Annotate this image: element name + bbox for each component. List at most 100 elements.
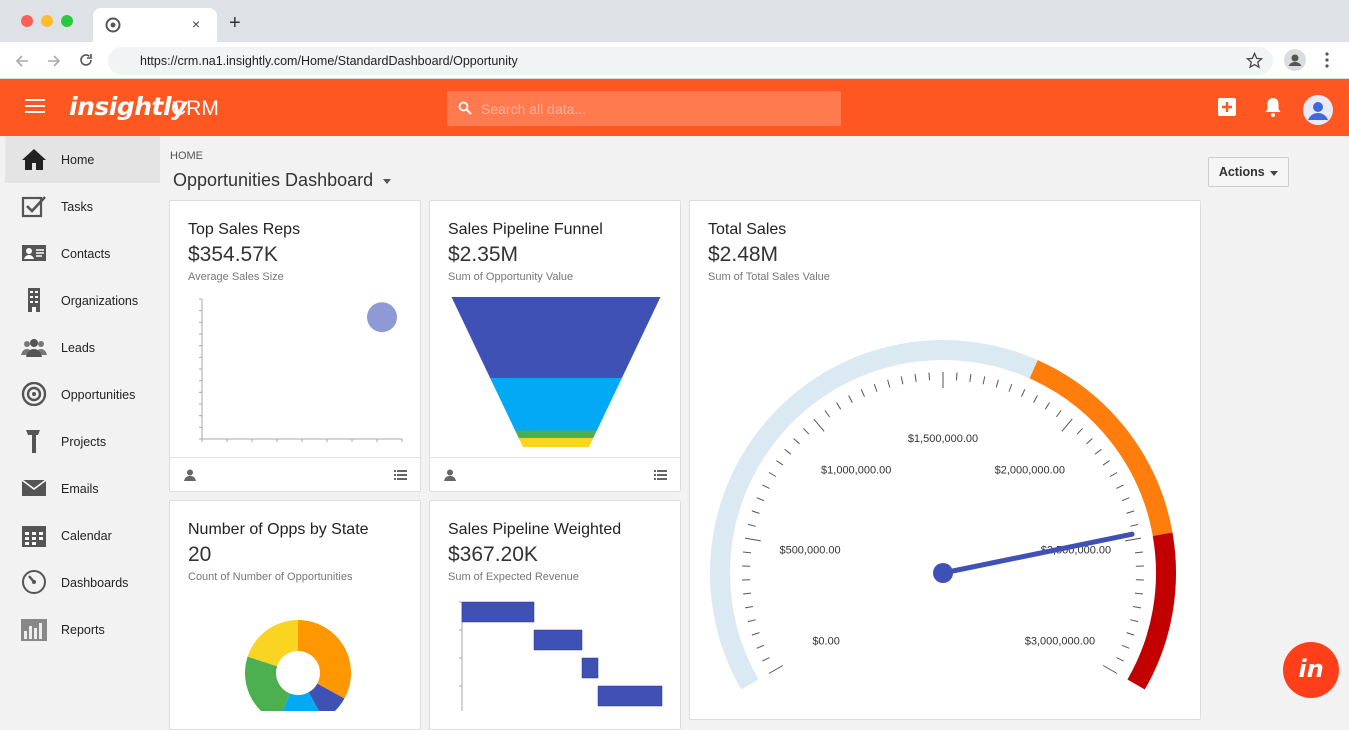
tab-close-icon[interactable]: × [192,16,200,32]
card-title: Top Sales Reps [188,221,300,239]
sidebar-item-projects[interactable]: Projects [5,418,160,465]
opps-by-state-card[interactable]: Number of Opps by State 20 Count of Numb… [169,500,421,730]
actions-button[interactable]: Actions [1208,157,1289,187]
invision-help-button[interactable]: in [1283,642,1339,698]
gauge-tick [757,645,764,648]
card-subtitle: Sum of Total Sales Value [708,271,830,283]
sidebar-item-emails[interactable]: Emails [5,465,160,512]
total-sales-card[interactable]: Total Sales $2.48M Sum of Total Sales Va… [689,200,1201,720]
hamburger-menu-icon[interactable] [25,99,45,117]
gauge-tick [996,380,998,388]
sales-pipeline-weighted-chart [430,596,680,711]
back-icon[interactable] [14,53,30,69]
more-menu-icon[interactable] [1320,51,1334,69]
gauge-tick [1086,439,1092,444]
scatter-point [367,302,397,332]
sidebar-item-label: Reports [61,623,105,637]
total-sales-gauge-chart: $0.00$500,000.00$1,000,000.00$1,500,000.… [690,311,1200,711]
reload-icon[interactable] [78,52,94,68]
funnel-segment [519,438,594,447]
user-avatar[interactable] [1303,95,1333,125]
sidebar-item-label: Contacts [61,247,110,261]
gauge-tick-label: $0.00 [812,636,840,648]
gauge-tick [769,666,783,674]
opps-by-state-donut-chart [170,601,420,711]
sidebar-item-opportunities[interactable]: Opportunities [5,371,160,418]
sidebar-item-label: Leads [61,341,95,355]
sidebar-item-reports[interactable]: Reports [5,606,160,653]
list-view-icon[interactable] [654,469,667,481]
sidebar-nav: Home Tasks Contacts Organizations Leads … [0,136,160,707]
sales-pipeline-weighted-card[interactable]: Sales Pipeline Weighted $367.20K Sum of … [429,500,681,730]
list-view-icon[interactable] [394,469,407,481]
minimize-window-button[interactable] [41,15,53,27]
card-subtitle: Count of Number of Opportunities [188,571,352,583]
card-subtitle: Sum of Expected Revenue [448,571,579,583]
donut-slice [245,657,290,711]
emails-icon [21,476,47,500]
gauge-tick [1116,658,1123,662]
breadcrumb[interactable]: HOME [170,150,203,162]
page-title-dropdown[interactable]: Opportunities Dashboard [173,170,392,191]
new-tab-icon[interactable]: + [229,12,241,35]
gauge-tick [1077,428,1083,434]
user-icon[interactable] [184,469,196,481]
gauge-tick [743,593,751,594]
sidebar-item-organizations[interactable]: Organizations [5,277,160,324]
gauge-tick [861,389,864,396]
gauge-tick-label: $1,000,000.00 [821,465,891,477]
sidebar-item-home[interactable]: Home [5,136,160,183]
global-search-input[interactable] [447,91,841,126]
card-subtitle: Sum of Opportunity Value [448,271,573,283]
top-sales-reps-card[interactable]: Top Sales Reps $354.57K Average Sales Si… [169,200,421,492]
search-icon [458,101,472,115]
sidebar-item-label: Home [61,153,94,167]
sales-pipeline-funnel-card[interactable]: Sales Pipeline Funnel $2.35M Sum of Oppo… [429,200,681,492]
bookmark-star-icon[interactable] [1246,52,1263,69]
sidebar-item-dashboards[interactable]: Dashboards [5,559,160,606]
top-sales-reps-scatter-chart [170,291,420,451]
sidebar-item-label: Dashboards [61,576,128,590]
sidebar-item-label: Emails [61,482,99,496]
sidebar-item-calendar[interactable]: Calendar [5,512,160,559]
user-icon[interactable] [444,469,456,481]
gauge-needle-hub [933,563,953,583]
organizations-icon [21,288,47,312]
gauge-tick [1125,538,1141,541]
insightly-logo[interactable]: insightly [69,92,187,121]
gauge-tick [1009,384,1012,392]
sidebar-item-contacts[interactable]: Contacts [5,230,160,277]
forward-icon[interactable] [46,53,62,69]
gauge-tick [1116,485,1123,489]
waterfall-bar [462,602,534,622]
sidebar-item-label: Projects [61,435,106,449]
gauge-tick [748,524,756,526]
maximize-window-button[interactable] [61,15,73,27]
notifications-bell-icon[interactable] [1263,96,1283,118]
gauge-tick [915,374,916,382]
close-window-button[interactable] [21,15,33,27]
add-new-icon[interactable] [1217,97,1237,117]
sidebar-item-tasks[interactable]: Tasks [5,183,160,230]
card-title: Sales Pipeline Weighted [448,521,621,539]
waterfall-bar [598,686,662,706]
gauge-tick [757,498,764,501]
card-value: $367.20K [448,543,538,567]
gauge-tick [1062,419,1072,431]
sidebar-item-leads[interactable]: Leads [5,324,160,371]
url-field[interactable]: https://crm.na1.insightly.com/Home/Stand… [108,47,1273,75]
gauge-tick-label: $1,500,000.00 [908,433,978,445]
gauge-tick [762,658,769,662]
gauge-tick [785,449,791,454]
chrome-icon [105,17,121,33]
card-value: $2.35M [448,243,518,267]
sidebar-item-label: Opportunities [61,388,135,402]
leads-icon [21,335,47,359]
card-value: 20 [188,543,211,567]
profile-icon[interactable] [1284,49,1306,71]
gauge-tick [769,473,776,477]
sales-pipeline-funnel-chart [430,291,680,451]
gauge-tick-label: $2,000,000.00 [995,465,1065,477]
gauge-tick [776,461,783,465]
gauge-tick [1133,607,1141,608]
